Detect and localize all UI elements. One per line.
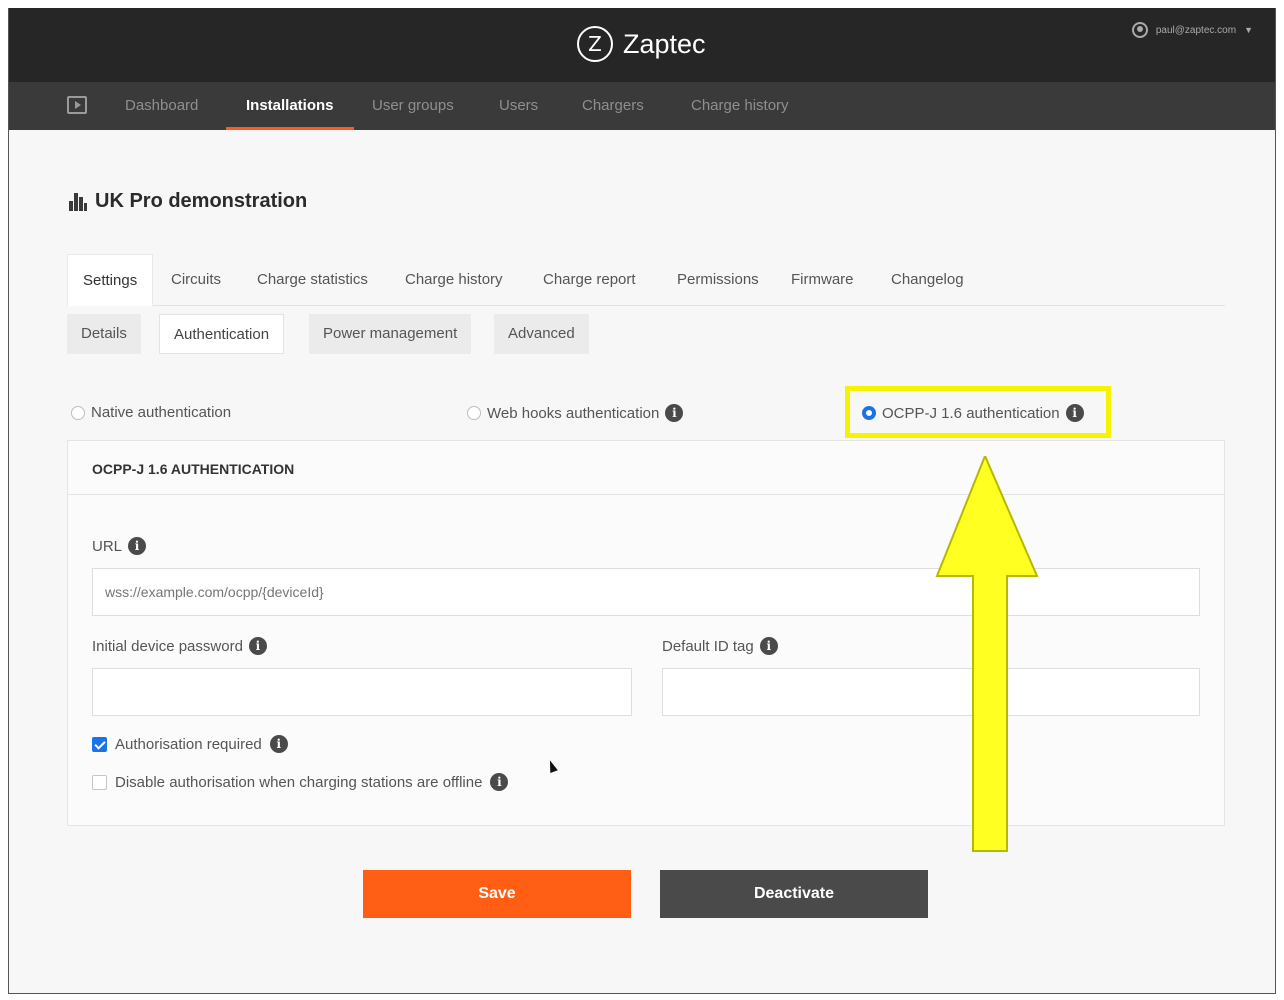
info-icon[interactable]: i bbox=[248, 637, 267, 655]
screen-icon[interactable] bbox=[67, 96, 87, 114]
info-icon[interactable]: i bbox=[490, 773, 509, 791]
zaptec-logo-icon: Z bbox=[577, 26, 613, 62]
arrow-up-icon bbox=[935, 456, 1039, 852]
password-input[interactable] bbox=[92, 668, 632, 716]
tab-charge-history[interactable]: Charge history bbox=[405, 254, 503, 306]
page-title: UK Pro demonstration bbox=[69, 190, 307, 213]
tab-firmware[interactable]: Firmware bbox=[791, 254, 854, 306]
password-label-row: Initial device password i bbox=[92, 637, 267, 655]
info-icon[interactable]: i bbox=[269, 735, 288, 753]
tab-settings[interactable]: Settings bbox=[67, 254, 154, 306]
highlight-box bbox=[845, 386, 1111, 438]
disable-offline-row[interactable]: Disable authorisation when charging stat… bbox=[92, 773, 509, 791]
account-email: paul@zaptec.com bbox=[1155, 24, 1237, 36]
save-button[interactable]: Save bbox=[363, 870, 631, 918]
subtab-authentication[interactable]: Authentication bbox=[159, 314, 285, 354]
info-icon[interactable]: i bbox=[759, 637, 778, 655]
subtab-advanced[interactable]: Advanced bbox=[494, 314, 589, 354]
nav-item-chargers[interactable]: Chargers bbox=[582, 82, 644, 130]
ocpp-settings-card: OCPP-J 1.6 AUTHENTICATION URL i Initial … bbox=[67, 440, 1225, 826]
nav-item-installations[interactable]: Installations bbox=[226, 82, 353, 130]
tab-charge-report[interactable]: Charge report bbox=[543, 254, 636, 306]
user-icon bbox=[1131, 22, 1148, 38]
webhooks-auth-radio[interactable] bbox=[467, 406, 481, 420]
installation-tabs: Settings Circuits Charge statistics Char… bbox=[67, 254, 1225, 306]
subtab-power-management[interactable]: Power management bbox=[309, 314, 472, 354]
disable-offline-label: Disable authorisation when charging stat… bbox=[115, 773, 483, 791]
installation-name: UK Pro demonstration bbox=[95, 190, 308, 212]
tab-permissions[interactable]: Permissions bbox=[677, 254, 759, 306]
nav-item-charge-history[interactable]: Charge history bbox=[691, 82, 789, 130]
url-label-row: URL i bbox=[92, 537, 147, 555]
brand-name: Zaptec bbox=[623, 28, 706, 59]
id-tag-label-row: Default ID tag i bbox=[662, 637, 778, 655]
native-auth-label: Native authentication bbox=[91, 404, 232, 421]
native-auth-radio[interactable] bbox=[71, 405, 85, 420]
info-icon[interactable]: i bbox=[128, 537, 147, 555]
nav-item-users[interactable]: Users bbox=[499, 82, 538, 130]
subtab-details[interactable]: Details bbox=[67, 314, 141, 354]
tab-charge-statistics[interactable]: Charge statistics bbox=[257, 254, 368, 306]
webhooks-auth-label: Web hooks authentication bbox=[487, 404, 660, 422]
building-icon bbox=[69, 192, 87, 211]
auth-required-label: Authorisation required bbox=[115, 735, 262, 753]
app-window: Z Zaptec paul@zaptec.com ▼ Dashboard Ins… bbox=[8, 8, 1276, 994]
auth-required-checkbox[interactable] bbox=[92, 736, 107, 752]
nav-item-dashboard[interactable]: Dashboard bbox=[125, 82, 198, 130]
native-auth-option[interactable]: Native authentication bbox=[71, 404, 231, 421]
deactivate-button[interactable]: Deactivate bbox=[660, 870, 928, 918]
nav-item-user-groups[interactable]: User groups bbox=[372, 82, 454, 130]
card-header: OCPP-J 1.6 AUTHENTICATION bbox=[68, 441, 1224, 495]
info-icon[interactable]: i bbox=[665, 404, 684, 422]
password-label: Initial device password bbox=[92, 637, 243, 655]
chevron-down-icon: ▼ bbox=[1244, 25, 1253, 35]
id-tag-label: Default ID tag bbox=[662, 637, 754, 655]
brand[interactable]: Z Zaptec bbox=[577, 26, 706, 62]
webhooks-auth-option[interactable]: Web hooks authentication i bbox=[467, 404, 684, 422]
auth-required-row[interactable]: Authorisation required i bbox=[92, 735, 288, 753]
top-bar: Z Zaptec paul@zaptec.com ▼ bbox=[9, 8, 1275, 82]
disable-offline-checkbox[interactable] bbox=[92, 774, 107, 790]
main-nav: Dashboard Installations User groups User… bbox=[9, 82, 1275, 130]
account-menu[interactable]: paul@zaptec.com ▼ bbox=[1131, 22, 1253, 38]
tab-changelog[interactable]: Changelog bbox=[891, 254, 964, 306]
tab-circuits[interactable]: Circuits bbox=[171, 254, 221, 306]
url-label: URL bbox=[92, 537, 123, 555]
